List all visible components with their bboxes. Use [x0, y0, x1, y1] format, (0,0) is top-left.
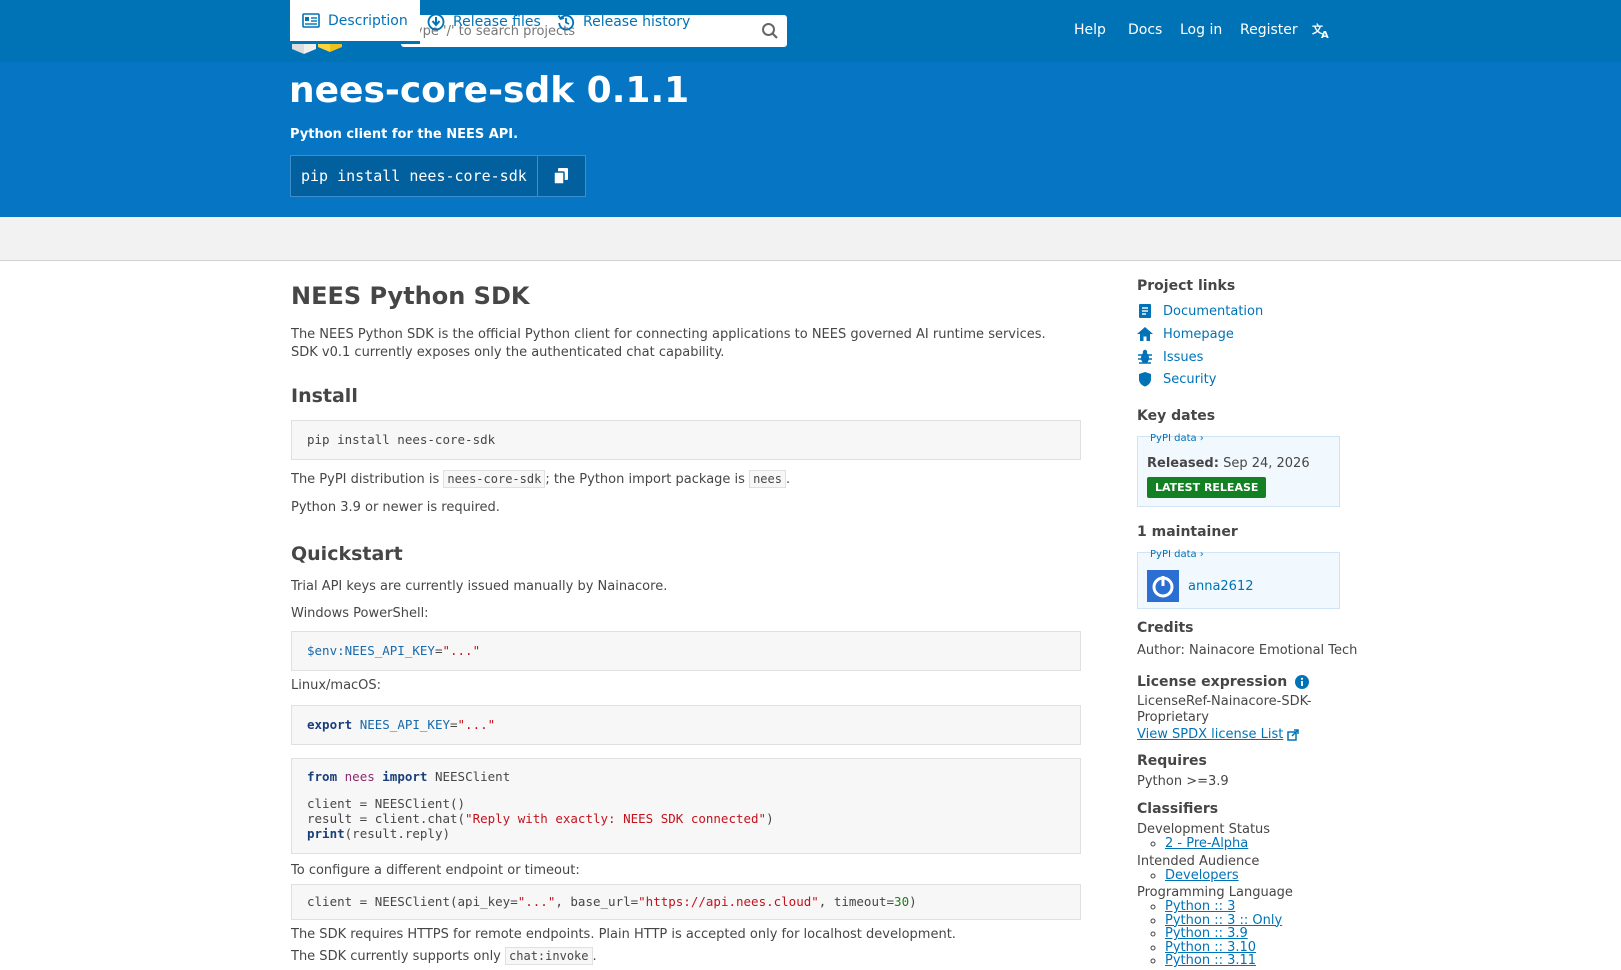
bug-icon	[1138, 349, 1152, 364]
python-requirement-text: Python 3.9 or newer is required.	[291, 500, 500, 515]
tab-release-history[interactable]: Release history	[545, 0, 702, 44]
classifier-item: Python :: 3 :: Only	[1165, 913, 1282, 928]
documentation-link[interactable]: Documentation	[1137, 303, 1263, 319]
pypi-data-link-maintainer[interactable]: PyPI data ›	[1150, 549, 1204, 560]
classifier-item: Python :: 3.11	[1165, 954, 1282, 968]
https-text: The SDK requires HTTPS for remote endpoi…	[291, 927, 956, 942]
tab-release-history-label: Release history	[583, 14, 691, 30]
requires-heading: Requires	[1137, 753, 1207, 769]
nav-register-link[interactable]: Register	[1240, 22, 1298, 38]
shield-icon	[1139, 372, 1151, 387]
license-heading: License expression	[1137, 674, 1310, 690]
linux-code-block: export NEES_API_KEY="..."	[291, 705, 1081, 745]
install-code: pip install nees-core-sdk	[307, 432, 496, 447]
classifier-link[interactable]: Python :: 3.11	[1165, 953, 1256, 968]
python-example-code-block: from nees import NEESClient client = NEE…	[291, 758, 1081, 854]
info-icon[interactable]	[1295, 675, 1310, 689]
copy-icon	[554, 168, 569, 184]
tab-release-files-label: Release files	[453, 14, 541, 30]
dist-code: nees-core-sdk	[443, 470, 546, 488]
audience-list: Developers	[1165, 869, 1239, 883]
linux-label: Linux/macOS:	[291, 678, 382, 693]
classifier-item: 2 - Pre-Alpha	[1165, 837, 1248, 851]
package-header	[0, 62, 1621, 217]
pip-command-box: pip install nees-core-sdk	[290, 155, 586, 197]
security-link[interactable]: Security	[1137, 371, 1216, 387]
language-list: Python :: 3 Python :: 3 :: Only Python :…	[1165, 900, 1282, 968]
language-icon[interactable]: 文 A	[1312, 21, 1332, 39]
config-code-block: client = NEESClient(api_key="...", base_…	[291, 884, 1081, 920]
requires-value: Python >=3.9	[1137, 774, 1229, 789]
classifiers-heading: Classifiers	[1137, 801, 1219, 817]
classifier-item: Developers	[1165, 869, 1239, 883]
top-navbar	[0, 0, 1621, 62]
key-dates-heading: Key dates	[1137, 408, 1216, 424]
document-icon	[1139, 304, 1151, 318]
nav-help-link[interactable]: Help	[1074, 22, 1106, 38]
classifier-link[interactable]: 2 - Pre-Alpha	[1165, 836, 1248, 851]
nav-login-link[interactable]: Log in	[1180, 22, 1222, 38]
install-heading: Install	[291, 385, 358, 407]
supports-code: chat:invoke	[505, 947, 593, 965]
license-line1: LicenseRef-Nainacore-SDK-	[1137, 694, 1312, 709]
windows-label: Windows PowerShell:	[291, 606, 429, 621]
project-links-heading: Project links	[1137, 278, 1236, 294]
released-text: Released: Sep 24, 2026	[1147, 456, 1310, 471]
external-link-icon	[1287, 728, 1300, 741]
issues-link[interactable]: Issues	[1137, 349, 1203, 365]
intro-text-line1: The NEES Python SDK is the official Pyth…	[291, 327, 1046, 342]
trial-keys-text: Trial API keys are currently issued manu…	[291, 579, 668, 594]
classifier-item: Python :: 3	[1165, 900, 1282, 914]
package-title: nees-core-sdk 0.1.1	[289, 70, 690, 111]
dev-status-list: 2 - Pre-Alpha	[1165, 837, 1248, 851]
homepage-link[interactable]: Homepage	[1137, 326, 1234, 342]
intro-text-line2: SDK v0.1 currently exposes only the auth…	[291, 345, 725, 360]
description-icon	[302, 13, 320, 28]
pip-command[interactable]: pip install nees-core-sdk	[291, 167, 537, 185]
tab-release-files[interactable]: Release files	[415, 0, 553, 44]
description-heading: NEES Python SDK	[291, 282, 530, 310]
maintainers-card: PyPI data › anna2612	[1137, 549, 1340, 609]
tab-description[interactable]: Description	[290, 0, 420, 44]
avatar[interactable]	[1147, 570, 1179, 602]
classifier-link[interactable]: Developers	[1165, 868, 1239, 883]
windows-code-block: $env:NEES_API_KEY="..."	[291, 631, 1081, 671]
svg-text:A: A	[1321, 30, 1329, 39]
classifier-item: Python :: 3.9	[1165, 927, 1282, 941]
import-code: nees	[749, 470, 786, 488]
nav-docs-link[interactable]: Docs	[1128, 22, 1162, 38]
quickstart-heading: Quickstart	[291, 543, 403, 565]
copy-button[interactable]	[536, 156, 585, 196]
pypi-data-link[interactable]: PyPI data ›	[1150, 433, 1204, 444]
author-text: Author: Nainacore Emotional Tech	[1137, 643, 1358, 658]
key-dates-card: PyPI data › Released: Sep 24, 2026 LATES…	[1137, 433, 1340, 507]
credits-heading: Credits	[1137, 620, 1194, 636]
license-line2: Proprietary	[1137, 710, 1209, 725]
maintainer-link[interactable]: anna2612	[1188, 578, 1254, 595]
home-icon	[1137, 327, 1153, 341]
latest-release-badge: LATEST RELEASE	[1147, 477, 1267, 498]
search-icon[interactable]	[761, 22, 779, 40]
configure-text: To configure a different endpoint or tim…	[291, 863, 580, 878]
package-summary: Python client for the NEES API.	[290, 127, 519, 142]
maintainers-heading: 1 maintainer	[1137, 524, 1238, 540]
tab-description-label: Description	[328, 12, 408, 29]
tabs-bar	[0, 217, 1621, 261]
supports-text: The SDK currently supports only chat:inv…	[291, 947, 597, 965]
spdx-license-link[interactable]: View SPDX license List	[1137, 726, 1300, 743]
classifier-item: Python :: 3.10	[1165, 940, 1282, 955]
download-circle-icon	[427, 13, 445, 31]
history-icon	[557, 14, 575, 31]
distribution-text: The PyPI distribution is nees-core-sdk; …	[291, 470, 791, 488]
install-code-block: pip install nees-core-sdk	[291, 420, 1081, 460]
